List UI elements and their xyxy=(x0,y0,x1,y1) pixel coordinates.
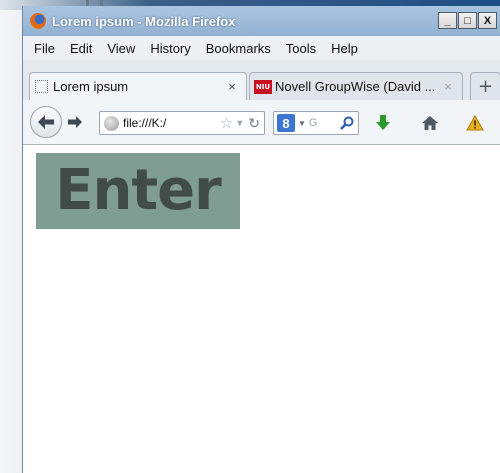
window-controls: _ □ X xyxy=(438,12,497,29)
tab-label: Novell GroupWise (David ... xyxy=(275,79,436,94)
menu-edit[interactable]: Edit xyxy=(70,41,92,56)
tab-label: Lorem ipsum xyxy=(53,79,129,94)
search-input[interactable]: G xyxy=(309,117,340,129)
tab-bar: Lorem ipsum × NIU Novell GroupWise (Davi… xyxy=(23,60,500,100)
home-button[interactable] xyxy=(420,113,440,133)
reload-icon[interactable]: ↻ xyxy=(248,115,260,132)
tab-lorem-ipsum[interactable]: Lorem ipsum × xyxy=(29,72,247,100)
tab-close-icon[interactable]: × xyxy=(224,79,240,94)
maximize-button[interactable]: □ xyxy=(458,12,477,29)
url-input[interactable]: file:///K:/ xyxy=(123,116,220,130)
google-search-engine-icon[interactable]: 8 xyxy=(277,114,295,132)
menu-bookmarks[interactable]: Bookmarks xyxy=(206,41,271,56)
download-arrow-icon xyxy=(376,115,390,130)
menu-help[interactable]: Help xyxy=(331,41,358,56)
url-bar[interactable]: file:///K:/ ☆ ▼ ↻ xyxy=(99,111,265,135)
menu-bar: File Edit View History Bookmarks Tools H… xyxy=(23,36,500,60)
desktop-background xyxy=(0,0,22,473)
firefox-window: Lorem ipsum - Mozilla Firefox _ □ X File… xyxy=(22,6,500,473)
warning-button[interactable] xyxy=(465,113,485,133)
search-bar[interactable]: 8 ▼ G xyxy=(273,111,359,135)
firefox-logo-icon xyxy=(30,13,46,29)
search-engine-dropdown-icon[interactable]: ▼ xyxy=(298,119,306,128)
window-title: Lorem ipsum - Mozilla Firefox xyxy=(52,13,236,29)
menu-view[interactable]: View xyxy=(107,41,135,56)
search-magnifier-icon[interactable] xyxy=(340,116,354,130)
home-icon xyxy=(422,116,438,130)
minimize-button[interactable]: _ xyxy=(438,12,457,29)
page-content: Enter xyxy=(24,145,500,473)
menu-tools[interactable]: Tools xyxy=(286,41,316,56)
forward-button[interactable] xyxy=(64,112,86,132)
menu-history[interactable]: History xyxy=(150,41,190,56)
tab-close-icon[interactable]: × xyxy=(440,79,456,94)
forward-arrow-icon xyxy=(68,116,82,128)
menu-file[interactable]: File xyxy=(34,41,55,56)
new-tab-button[interactable]: + xyxy=(470,72,500,100)
enter-button[interactable]: Enter xyxy=(36,153,240,229)
history-dropdown-icon[interactable]: ▼ xyxy=(235,118,244,128)
bookmark-star-icon[interactable]: ☆ xyxy=(220,114,233,132)
back-button[interactable] xyxy=(30,106,62,138)
navigation-toolbar: file:///K:/ ☆ ▼ ↻ 8 ▼ G xyxy=(23,100,500,145)
globe-icon xyxy=(104,115,119,131)
screen: Lorem ipsum - Mozilla Firefox _ □ X File… xyxy=(0,0,500,473)
back-arrow-icon xyxy=(38,115,54,129)
tab-groupwise[interactable]: NIU Novell GroupWise (David ... × xyxy=(249,72,463,100)
warning-icon xyxy=(466,115,484,131)
blank-page-icon xyxy=(35,80,48,93)
close-button[interactable]: X xyxy=(478,12,497,29)
title-bar[interactable]: Lorem ipsum - Mozilla Firefox _ □ X xyxy=(23,6,500,36)
downloads-button[interactable] xyxy=(373,113,393,133)
niu-favicon-icon: NIU xyxy=(254,79,272,94)
